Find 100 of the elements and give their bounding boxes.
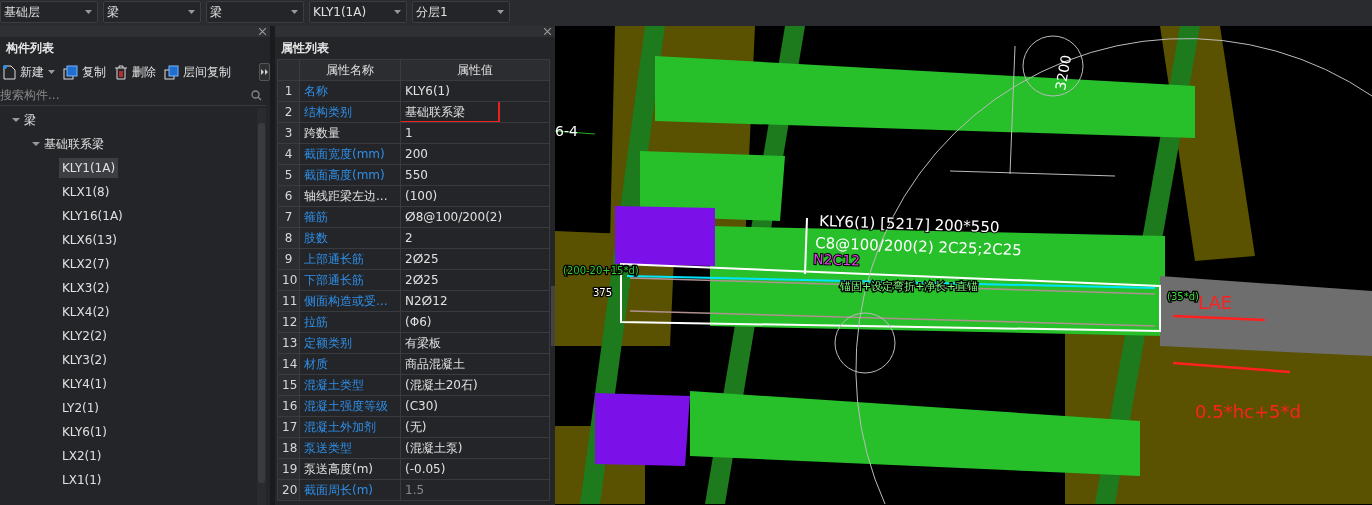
collapse-handle[interactable] (551, 286, 555, 346)
close-icon[interactable] (544, 28, 551, 35)
property-name: 侧面构造或受... (299, 290, 401, 312)
tree-item[interactable]: KLX3(2) (59, 278, 113, 298)
property-name: 箍筋 (299, 206, 401, 228)
tree-item[interactable]: KLY3(2) (59, 350, 110, 370)
property-value[interactable]: N2ⵁ12 (400, 290, 550, 312)
property-name: 轴线距梁左边... (299, 185, 401, 207)
property-value[interactable]: ⵁ8@100/200(2) (400, 206, 550, 228)
property-name: 肢数 (299, 227, 401, 249)
toolbar-button[interactable]: 层间复制 (164, 63, 231, 81)
trash-icon (114, 64, 128, 80)
property-value[interactable]: 基础联系梁 (400, 101, 550, 123)
tree-item[interactable]: LX2(1) (59, 446, 105, 466)
row-number: 1 (277, 80, 300, 102)
row-number: 7 (277, 206, 300, 228)
tree-item[interactable]: LY2(1) (59, 398, 103, 418)
caret-icon (291, 10, 298, 14)
row-number: 13 (277, 332, 300, 354)
property-value[interactable]: (无) (400, 416, 550, 438)
tree-item[interactable]: KLY4(1) (59, 374, 110, 394)
property-value[interactable]: (混凝土泵) (400, 437, 550, 459)
property-value[interactable]: (混凝土20石) (400, 374, 550, 396)
property-name: 泵送类型 (299, 437, 401, 459)
dropdown[interactable]: 梁 (206, 1, 304, 23)
property-value[interactable]: 有梁板 (400, 332, 550, 354)
property-value[interactable]: 1 (400, 122, 550, 144)
property-name: 材质 (299, 353, 401, 375)
tree-item[interactable]: KLY1(1A) (59, 158, 119, 178)
copy-icon (164, 64, 179, 80)
dropdown[interactable]: 梁 (103, 1, 201, 23)
tree-item[interactable]: KLX2(7) (59, 254, 113, 274)
row-number: 16 (277, 395, 300, 417)
tree-item[interactable]: KLY6(1) (59, 422, 110, 442)
row-number: 4 (277, 143, 300, 165)
property-value[interactable]: (100) (400, 185, 550, 207)
row-number: 11 (277, 290, 300, 312)
rebar-note: (35*d) (1167, 291, 1199, 302)
row-number: 20 (277, 479, 300, 501)
tree-item[interactable]: KLY16(1A) (59, 206, 126, 226)
panel-title: 构件列表 (5, 40, 55, 57)
property-name: 混凝土外加剂 (299, 416, 401, 438)
property-value[interactable]: 2ⵁ25 (400, 248, 550, 270)
row-number: 19 (277, 458, 300, 480)
column-header: 属性名称 (299, 59, 401, 81)
new-file-icon (2, 64, 16, 80)
property-name: 截面高度(mm) (299, 164, 401, 186)
toolbar-button[interactable]: 删除 (114, 63, 156, 81)
property-value[interactable]: (C30) (400, 395, 550, 417)
annotation-text: LAE (1198, 292, 1233, 313)
property-name: 泵送高度(m) (299, 458, 401, 480)
toolbar-button[interactable]: 复制 (63, 63, 106, 81)
property-value[interactable]: 200 (400, 143, 550, 165)
caret-icon (188, 10, 195, 14)
tree-node[interactable]: 基础联系梁 (0, 132, 257, 156)
double-arrow-icon (260, 68, 269, 76)
caret-icon (497, 10, 504, 14)
tree-item[interactable]: KLX1(8) (59, 182, 113, 202)
caret-icon (85, 10, 92, 14)
panel-title: 属性列表 (280, 40, 330, 57)
tree-item[interactable]: KLX4(2) (59, 302, 113, 322)
row-number: 15 (277, 374, 300, 396)
expand-arrow-icon[interactable] (32, 140, 40, 148)
rebar-note: 375 (593, 287, 613, 298)
caret-icon (394, 10, 401, 14)
dropdown[interactable]: 基础层 (0, 1, 98, 23)
property-name: 截面周长(m) (299, 479, 401, 501)
toolbar-button[interactable]: 新建 (2, 63, 55, 81)
property-name: 定额类别 (299, 332, 401, 354)
property-value[interactable]: 2 (400, 227, 550, 249)
row-number: 10 (277, 269, 300, 291)
property-name: 混凝土强度等级 (299, 395, 401, 417)
property-value[interactable]: KLY6(1) (400, 80, 550, 102)
tree-item[interactable]: KLX6(13) (59, 230, 121, 250)
beam-label: KLY6(1) [5217] 200*550 (818, 212, 1000, 237)
row-number: 18 (277, 437, 300, 459)
property-value[interactable]: 2ⵁ25 (400, 269, 550, 291)
property-name: 上部通长筋 (299, 248, 401, 270)
expand-arrow-icon[interactable] (12, 116, 20, 124)
property-name: 截面宽度(mm) (299, 143, 401, 165)
annotation-text: 0.5*hc+5*d (1195, 401, 1301, 422)
tree-item[interactable]: KLY2(2) (59, 326, 110, 346)
row-number: 6 (277, 185, 300, 207)
tree-item[interactable]: LX1(1) (59, 470, 105, 490)
tree-node[interactable]: 梁 (0, 108, 257, 132)
property-value[interactable]: 550 (400, 164, 550, 186)
row-number: 12 (277, 311, 300, 333)
dropdown[interactable]: KLY1(1A) (309, 1, 407, 23)
close-icon[interactable] (259, 28, 266, 35)
search-field[interactable]: 搜索构件... (0, 88, 251, 102)
property-name: 跨数量 (299, 122, 401, 144)
property-name: 混凝土类型 (299, 374, 401, 396)
property-name: 名称 (299, 80, 401, 102)
dropdown[interactable]: 分层1 (412, 1, 510, 23)
property-value[interactable]: (-0.05) (400, 458, 550, 480)
more-button[interactable] (259, 63, 270, 81)
property-value[interactable]: 商品混凝土 (400, 353, 550, 375)
row-number: 3 (277, 122, 300, 144)
property-name: 结构类别 (299, 101, 401, 123)
property-value[interactable]: (Φ6) (400, 311, 550, 333)
